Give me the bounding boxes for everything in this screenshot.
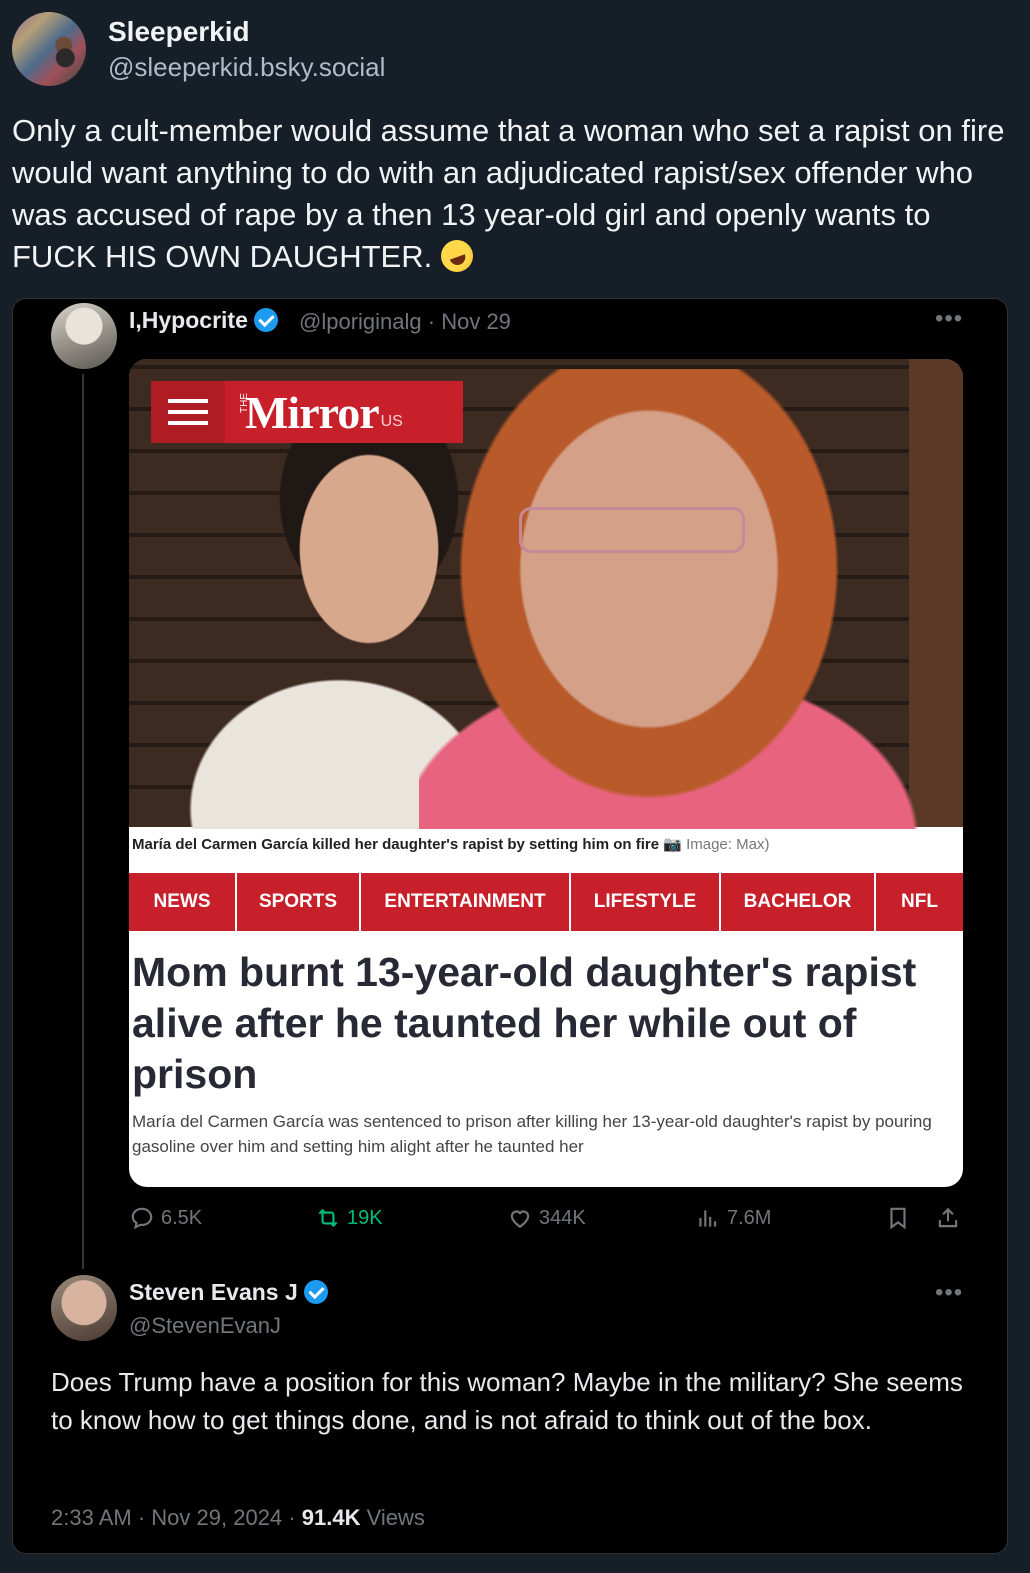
quoted-avatar[interactable] (51, 303, 117, 369)
article-photo: THE Mirror US (129, 359, 963, 829)
repost-button[interactable]: 19K (315, 1205, 383, 1231)
like-button[interactable]: 344K (507, 1205, 586, 1231)
reply-button[interactable]: 6.5K (129, 1205, 202, 1231)
photo-mother (419, 369, 939, 829)
article-card[interactable]: THE Mirror US María del Carmen García ki… (129, 359, 963, 1187)
quoted-meta: @lporiginalg · Nov 29 (299, 309, 511, 335)
rolling-on-floor-laughing-icon (436, 235, 478, 277)
tweet-actions: 6.5K 19K 344K 7.6M (129, 1205, 965, 1241)
embedded-screenshot[interactable]: I,Hypocrite @lporiginalg · Nov 29 ••• TH… (12, 298, 1008, 1554)
logo-the: THE (239, 393, 250, 413)
repost-count: 19K (347, 1206, 383, 1229)
meta-separator: · (288, 1505, 302, 1530)
logo-word: Mirror (245, 386, 380, 438)
views-count: 7.6M (727, 1206, 772, 1229)
reply-date[interactable]: Nov 29, 2024 (151, 1505, 282, 1530)
author-handle[interactable]: @sleeperkid.bsky.social (108, 52, 385, 83)
article-nav: NEWS SPORTS ENTERTAINMENT LIFESTYLE BACH… (129, 873, 963, 931)
bookmark-icon (890, 1207, 906, 1230)
post-text: Only a cult-member would assume that a w… (12, 110, 1017, 278)
mirror-logo: THE Mirror US (151, 381, 463, 443)
author-display-name[interactable]: Sleeperkid (108, 16, 250, 48)
caption-text: María del Carmen García killed her daugh… (132, 836, 660, 853)
reply-handle[interactable]: @StevenEvanJ (129, 1313, 281, 1339)
bookmark-button[interactable] (885, 1205, 911, 1231)
quoted-author[interactable]: I,Hypocrite (129, 307, 278, 334)
repost-icon (318, 1208, 338, 1228)
nav-nfl: NFL (901, 891, 938, 912)
reply-author[interactable]: Steven Evans J (129, 1279, 328, 1306)
reply-views-count: 91.4K (301, 1505, 361, 1530)
heart-icon (510, 1210, 530, 1228)
quoted-date[interactable]: Nov 29 (441, 309, 511, 334)
logo-suffix: US (380, 413, 403, 430)
nav-news: NEWS (129, 873, 237, 931)
like-count: 344K (539, 1206, 586, 1229)
nav-lifestyle: LIFESTYLE (571, 873, 721, 931)
glasses-shape (519, 507, 745, 553)
thread-line (82, 374, 84, 1269)
photo-credit: Image: Max) (686, 836, 770, 853)
article-standfirst: María del Carmen García was sentenced to… (132, 1112, 932, 1156)
verified-badge-icon (303, 1280, 328, 1304)
more-options-icon[interactable]: ••• (935, 305, 963, 333)
verified-badge-icon (253, 308, 278, 332)
meta-separator: · (427, 309, 442, 334)
reply-views-label: Views (366, 1505, 425, 1530)
photo-caption: María del Carmen García killed her daugh… (132, 835, 769, 853)
views-button[interactable]: 7.6M (695, 1205, 771, 1231)
reply-display-name[interactable]: Steven Evans J (129, 1279, 298, 1305)
reply-time[interactable]: 2:33 AM (51, 1505, 132, 1530)
meta-separator: · (137, 1505, 152, 1530)
reply-text: Does Trump have a position for this woma… (51, 1367, 963, 1435)
nav-bachelor: BACHELOR (721, 873, 876, 931)
reply-count: 6.5K (161, 1206, 203, 1229)
hamburger-menu-icon (151, 381, 225, 443)
analytics-icon (699, 1210, 717, 1227)
reply-meta: 2:33 AM · Nov 29, 2024 · 91.4K Views (51, 1505, 425, 1531)
post-body: Only a cult-member would assume that a w… (12, 113, 1005, 274)
camera-icon: 📷 (663, 836, 682, 853)
reply-avatar[interactable] (51, 1275, 117, 1341)
more-options-icon[interactable]: ••• (935, 1279, 963, 1307)
nav-sports: SPORTS (237, 873, 361, 931)
article-headline: Mom burnt 13-year-old daughter's rapist … (132, 949, 917, 1097)
quoted-handle[interactable]: @lporiginalg (299, 309, 422, 334)
share-button[interactable] (935, 1205, 961, 1231)
quoted-display-name[interactable]: I,Hypocrite (129, 307, 248, 333)
nav-entertainment: ENTERTAINMENT (361, 873, 571, 931)
share-icon (938, 1207, 958, 1228)
reply-icon (131, 1207, 153, 1230)
author-avatar[interactable] (12, 12, 86, 86)
